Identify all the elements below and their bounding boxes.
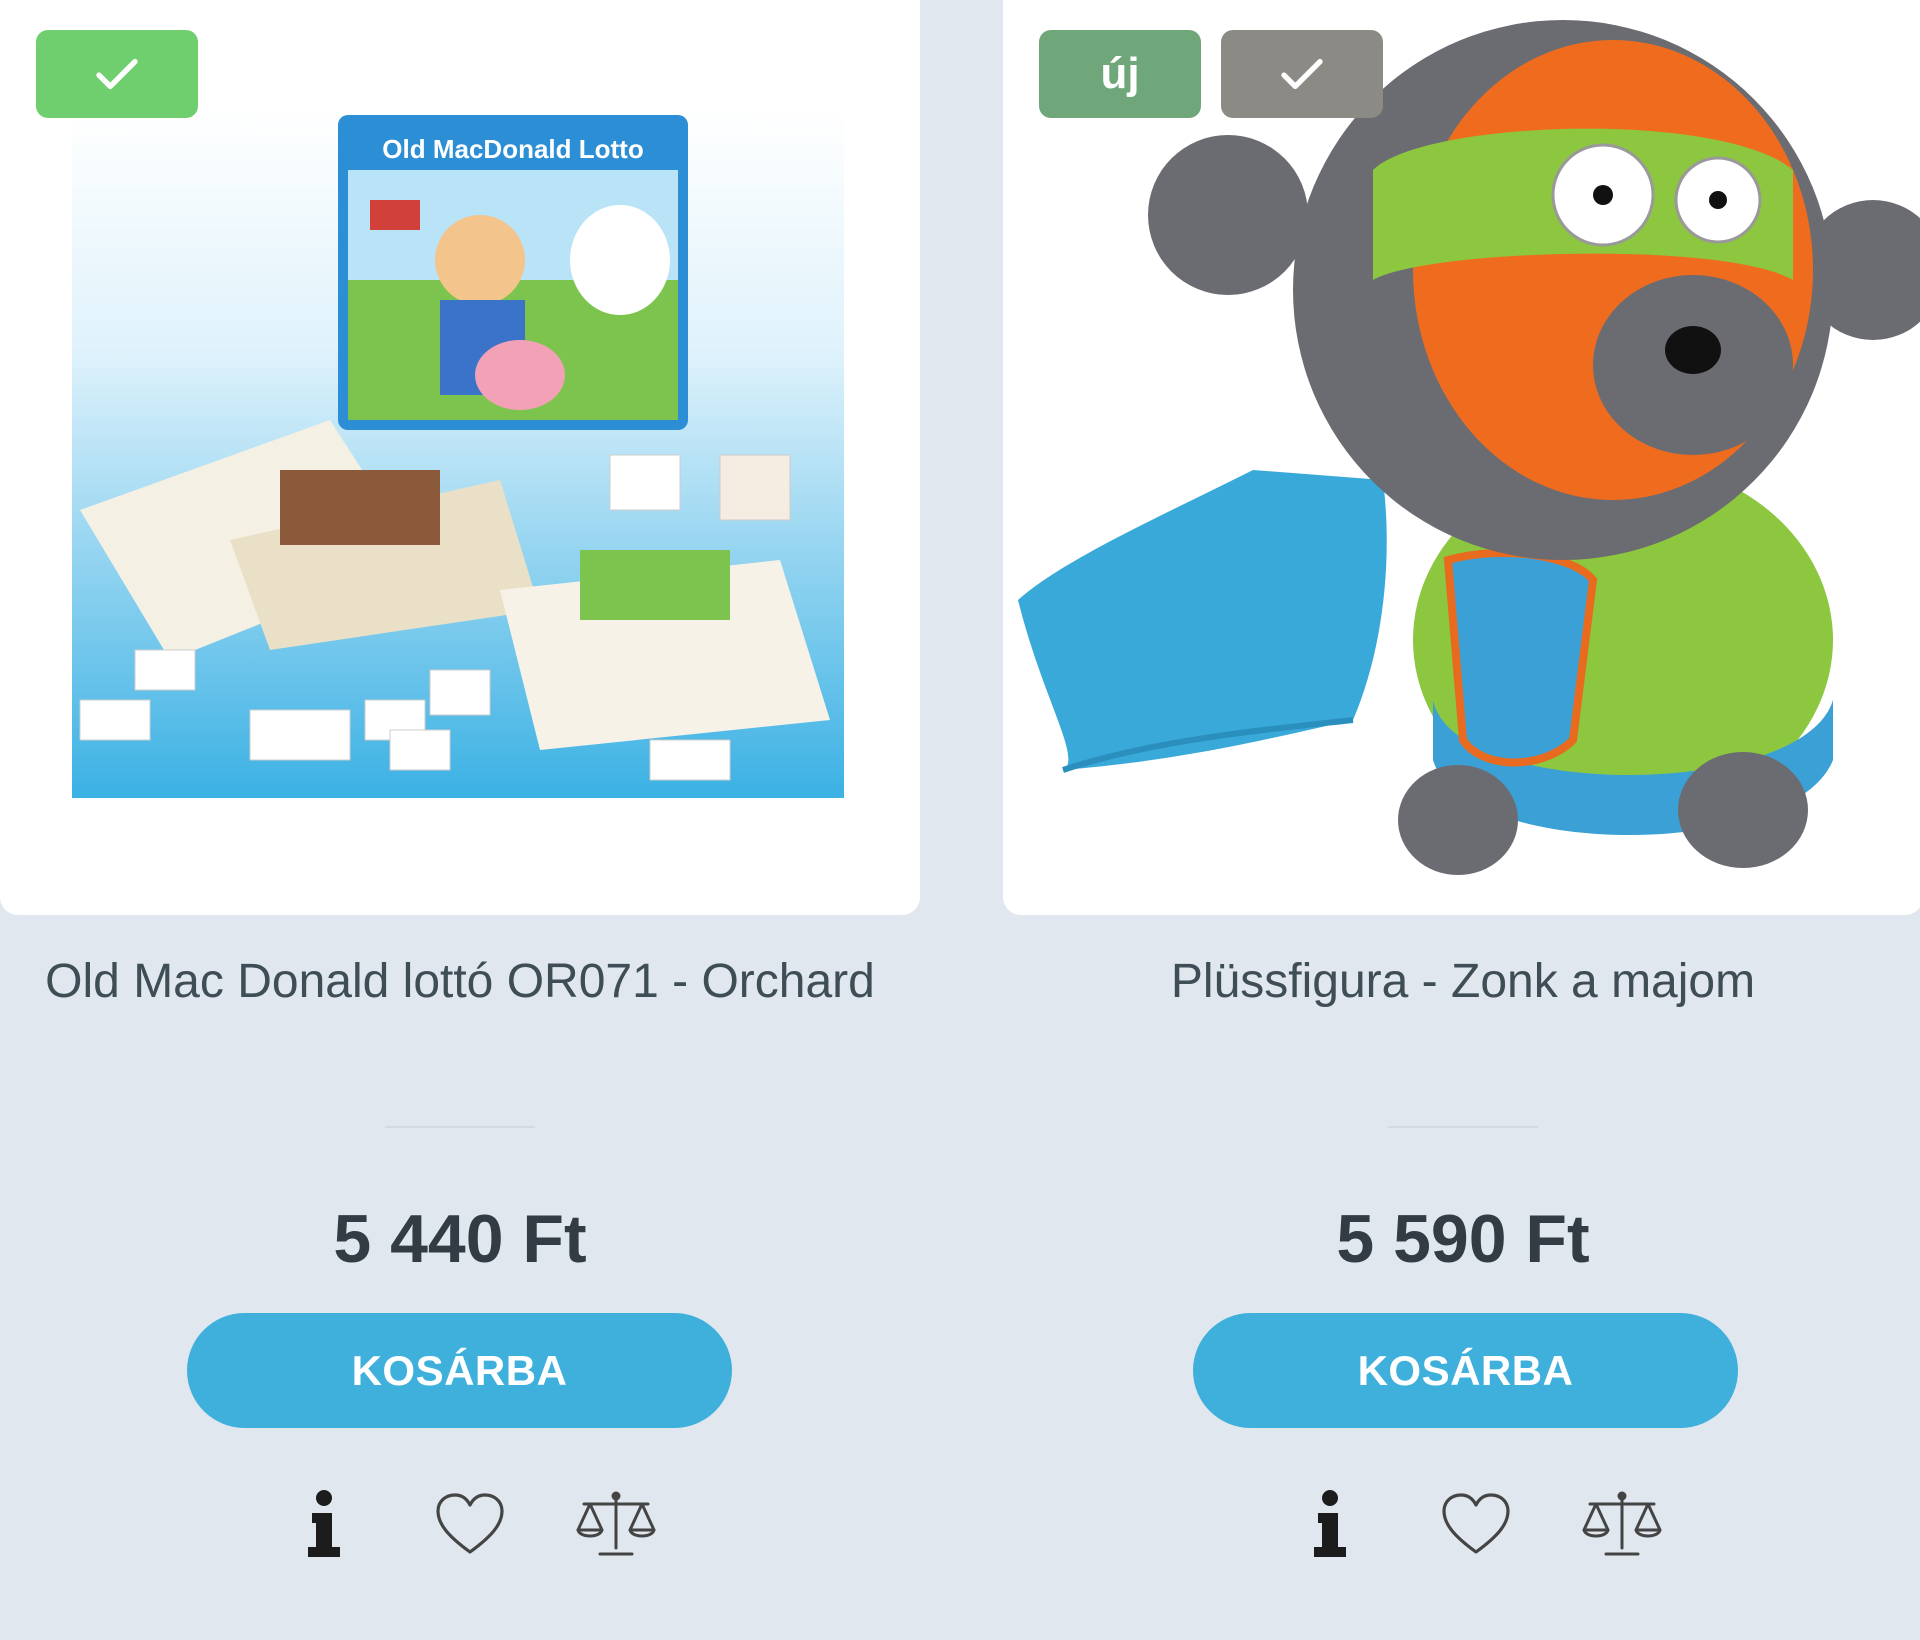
heart-icon <box>1442 1493 1510 1554</box>
plush-monkey-picture <box>1018 20 1920 875</box>
info-icon <box>308 1490 340 1557</box>
divider <box>385 1126 535 1128</box>
add-to-cart-button[interactable]: KOSÁRBA <box>187 1313 732 1428</box>
product-grid: Old MacDonald Lotto Old Mac Donald lottó <box>0 0 1920 1640</box>
box-title: Old MacDonald Lotto <box>382 134 643 164</box>
info-icon <box>1314 1490 1346 1557</box>
product-image[interactable]: új <box>1003 0 1920 915</box>
compare-button[interactable] <box>572 1484 660 1564</box>
product-image[interactable]: Old MacDonald Lotto <box>0 0 920 915</box>
add-to-cart-button[interactable]: KOSÁRBA <box>1193 1313 1738 1428</box>
new-badge: új <box>1039 30 1201 118</box>
product-card: Old MacDonald Lotto Old Mac Donald lottó <box>0 0 920 1640</box>
check-icon <box>96 58 138 90</box>
wishlist-button[interactable] <box>426 1484 514 1564</box>
product-title[interactable]: Plüssfigura - Zonk a majom <box>1043 950 1883 1014</box>
action-row <box>1286 1484 1666 1564</box>
compare-scale-icon <box>576 1491 656 1556</box>
info-button[interactable] <box>1286 1484 1374 1564</box>
badge-group: új <box>1039 30 1383 118</box>
info-button[interactable] <box>280 1484 368 1564</box>
product-card: új Plüssfigura - Zonk a majom 5 590 Ft K… <box>1003 0 1920 1640</box>
product-title[interactable]: Old Mac Donald lottó OR071 - Orchard <box>40 950 880 1014</box>
compare-scale-icon <box>1582 1491 1662 1556</box>
heart-icon <box>436 1493 504 1554</box>
divider <box>1388 1126 1538 1128</box>
product-price: 5 440 Ft <box>333 1201 587 1277</box>
check-badge <box>36 30 198 118</box>
compare-button[interactable] <box>1578 1484 1666 1564</box>
wishlist-button[interactable] <box>1432 1484 1520 1564</box>
action-row <box>280 1484 660 1564</box>
check-badge <box>1221 30 1383 118</box>
check-icon <box>1281 58 1323 90</box>
board-game-picture: Old MacDonald Lotto <box>72 110 844 798</box>
badge-group <box>36 30 198 118</box>
product-price: 5 590 Ft <box>1336 1201 1590 1277</box>
